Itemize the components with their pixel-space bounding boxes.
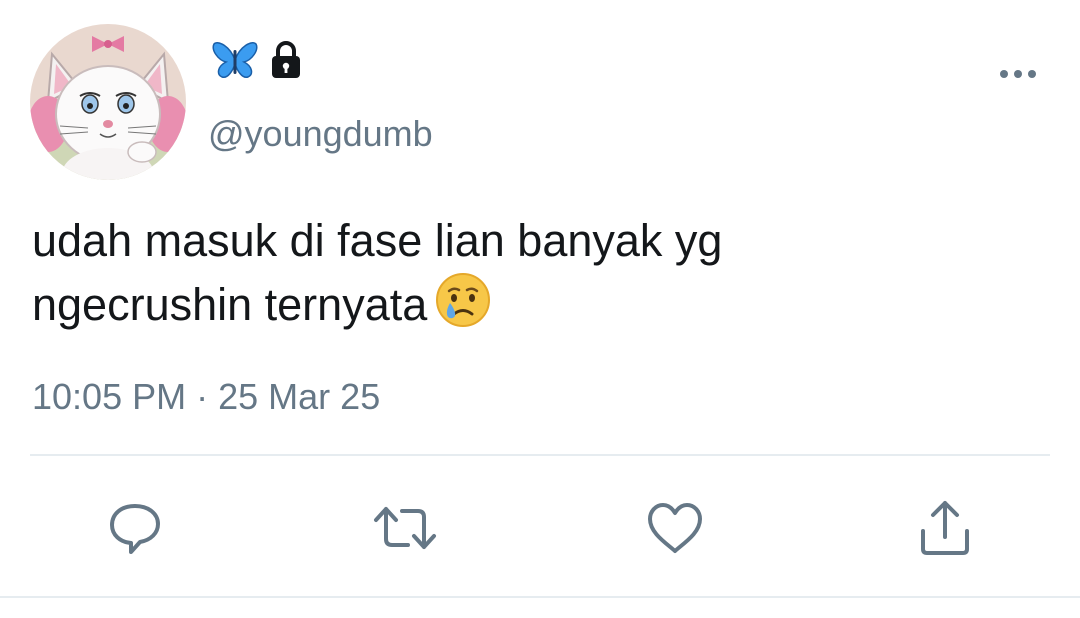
crying-face-icon (435, 272, 491, 328)
retweet-button[interactable] (370, 495, 440, 565)
bottom-divider (0, 596, 1080, 598)
user-handle[interactable]: @youngdumb (208, 112, 433, 156)
lock-icon (268, 40, 304, 85)
avatar[interactable] (30, 24, 186, 180)
like-icon (646, 501, 704, 560)
reply-button[interactable] (100, 495, 170, 565)
tweet-timestamp[interactable]: 10:05 PM · 25 Mar 25 (32, 374, 380, 420)
reply-icon (106, 499, 164, 562)
tweet-date: 25 Mar 25 (218, 376, 381, 417)
tweet-text: udah masuk di fase lian banyak yg ngecru… (32, 210, 1042, 336)
share-button[interactable] (910, 495, 980, 565)
butterfly-icon (212, 40, 258, 85)
meta-separator: · (196, 376, 209, 417)
retweet-icon (372, 503, 438, 558)
action-bar (0, 495, 1080, 565)
share-icon (917, 499, 973, 562)
like-button[interactable] (640, 495, 710, 565)
more-options-icon[interactable] (994, 60, 1042, 88)
display-name[interactable] (212, 40, 304, 85)
divider (30, 454, 1050, 456)
tweet-text-line-1: udah masuk di fase lian banyak yg (32, 215, 723, 266)
tweet-text-line-2: ngecrushin ternyata (32, 279, 428, 330)
tweet-time: 10:05 PM (32, 376, 187, 417)
